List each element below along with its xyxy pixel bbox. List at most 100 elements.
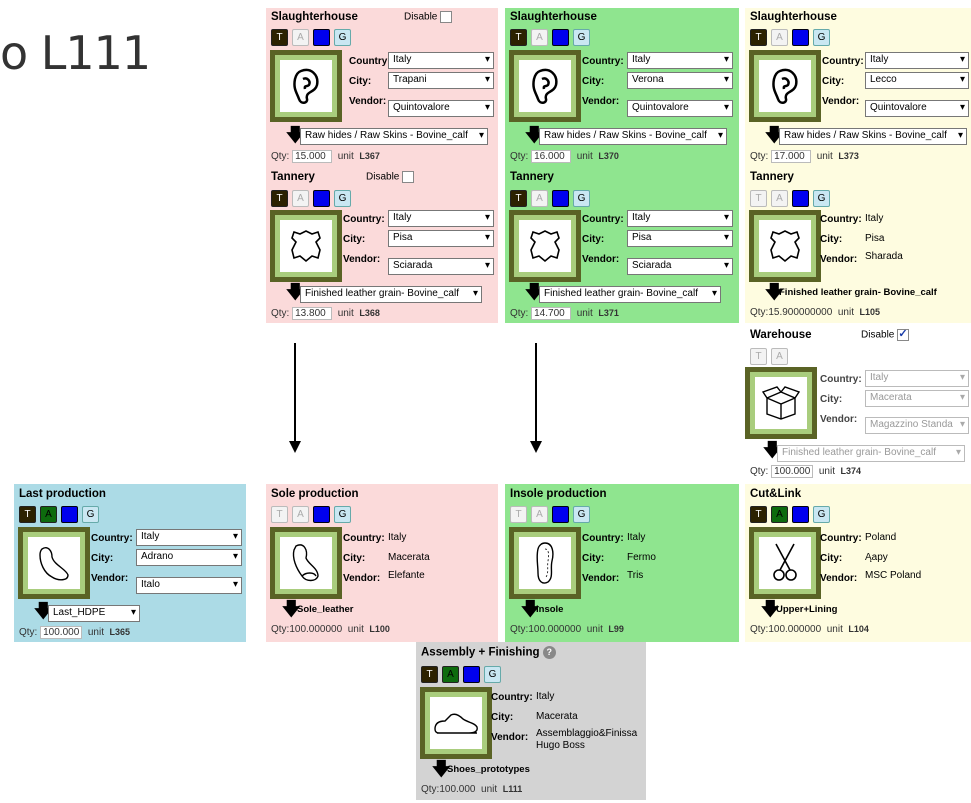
g-button[interactable]: G: [813, 190, 830, 207]
t-button[interactable]: T: [750, 29, 767, 46]
lot-number: L105: [859, 307, 881, 317]
a-button[interactable]: A: [531, 190, 548, 207]
b-button[interactable]: [552, 29, 569, 46]
country-select[interactable]: Italy: [136, 529, 242, 546]
vendor-select[interactable]: Sciarada: [627, 258, 733, 275]
product-select[interactable]: Last_HDPE: [48, 605, 140, 622]
a-button[interactable]: A: [40, 506, 57, 523]
city-select[interactable]: Trapani: [388, 72, 494, 89]
t-button[interactable]: T: [510, 190, 527, 207]
qty-row: Qty:100.000000 unit L99: [510, 624, 624, 635]
country-select[interactable]: Italy: [627, 52, 733, 69]
city-select[interactable]: Verona: [627, 72, 733, 89]
t-button[interactable]: T: [510, 506, 527, 523]
ear-icon: [293, 68, 319, 104]
qty-input[interactable]: 17.000: [771, 150, 812, 163]
g-button[interactable]: G: [334, 506, 351, 523]
disable-toggle[interactable]: Disable: [404, 11, 453, 23]
product-select[interactable]: Raw hides / Raw Skins - Bovine_calf: [300, 128, 488, 145]
b-button[interactable]: [313, 29, 330, 46]
vendor-select[interactable]: Quintovalore: [388, 100, 494, 117]
city-select[interactable]: Macerata: [865, 390, 969, 407]
qty-input[interactable]: 13.800: [292, 307, 333, 320]
b-button[interactable]: [552, 506, 569, 523]
disable-checkbox[interactable]: [897, 327, 910, 341]
g-button[interactable]: G: [813, 29, 830, 46]
t-button[interactable]: T: [271, 190, 288, 207]
b-button[interactable]: [552, 190, 569, 207]
disable-toggle[interactable]: Disable: [861, 327, 910, 341]
b-button[interactable]: [313, 190, 330, 207]
product-select[interactable]: Finished leather grain- Bovine_calf: [539, 286, 721, 303]
disable-toggle[interactable]: Disable: [366, 171, 415, 183]
a-button[interactable]: A: [292, 506, 309, 523]
country-label: Country:: [91, 533, 133, 544]
g-button[interactable]: G: [82, 506, 99, 523]
g-button[interactable]: G: [573, 506, 590, 523]
disable-checkbox[interactable]: [402, 171, 415, 183]
qty-input[interactable]: 100.000: [771, 465, 814, 478]
vendor-label: Vendor:: [491, 732, 529, 743]
a-button[interactable]: A: [771, 506, 788, 523]
a-button[interactable]: A: [292, 29, 309, 46]
vendor-select[interactable]: Quintovalore: [865, 100, 969, 117]
a-button[interactable]: A: [531, 29, 548, 46]
country-value: Italy: [865, 213, 884, 224]
vendor-select[interactable]: Sciarada: [388, 258, 494, 275]
g-button[interactable]: G: [573, 29, 590, 46]
t-button[interactable]: T: [750, 506, 767, 523]
vendor-select[interactable]: Quintovalore: [627, 100, 733, 117]
g-button[interactable]: G: [334, 29, 351, 46]
product-select[interactable]: Finished leather grain- Bovine_calf: [300, 286, 482, 303]
qty-input[interactable]: 100.000: [40, 626, 83, 639]
city-select[interactable]: Pisa: [627, 230, 733, 247]
t-button[interactable]: T: [750, 348, 767, 365]
qty-input[interactable]: 15.000: [292, 150, 333, 163]
product-select[interactable]: Finished leather grain- Bovine_calf: [777, 445, 965, 462]
g-button[interactable]: G: [484, 666, 501, 683]
vendor-select[interactable]: Italo: [136, 577, 242, 594]
country-label: Country:: [820, 374, 862, 385]
t-button[interactable]: T: [421, 666, 438, 683]
a-button[interactable]: A: [292, 190, 309, 207]
unit-label: unit: [586, 624, 603, 635]
city-label: City:: [582, 234, 605, 245]
t-button[interactable]: T: [19, 506, 36, 523]
country-select[interactable]: Italy: [388, 210, 494, 227]
qty-input[interactable]: 14.700: [531, 307, 572, 320]
b-button[interactable]: [792, 29, 809, 46]
card-title: Tannery: [510, 171, 554, 183]
t-button[interactable]: T: [750, 190, 767, 207]
disable-checkbox[interactable]: [440, 11, 453, 23]
country-select[interactable]: Italy: [865, 370, 969, 387]
product-select[interactable]: Raw hides / Raw Skins - Bovine_calf: [779, 128, 967, 145]
a-button[interactable]: A: [771, 348, 788, 365]
t-button[interactable]: T: [271, 29, 288, 46]
city-select[interactable]: Adrano: [136, 549, 242, 566]
t-button[interactable]: T: [510, 29, 527, 46]
country-select[interactable]: Italy: [627, 210, 733, 227]
t-button[interactable]: T: [271, 506, 288, 523]
b-button[interactable]: [792, 190, 809, 207]
country-select[interactable]: Italy: [388, 52, 494, 69]
insole-production-card: Insole production T A G Country: Italy C…: [505, 484, 739, 642]
g-button[interactable]: G: [813, 506, 830, 523]
a-button[interactable]: A: [771, 29, 788, 46]
qty-input[interactable]: 16.000: [531, 150, 572, 163]
product-select[interactable]: Raw hides / Raw Skins - Bovine_calf: [539, 128, 727, 145]
product-image: [420, 687, 492, 759]
country-select[interactable]: Italy: [865, 52, 969, 69]
b-button[interactable]: [463, 666, 480, 683]
g-button[interactable]: G: [573, 190, 590, 207]
g-button[interactable]: G: [334, 190, 351, 207]
a-button[interactable]: A: [771, 190, 788, 207]
city-select[interactable]: Lecco: [865, 72, 969, 89]
a-button[interactable]: A: [531, 506, 548, 523]
help-icon[interactable]: ?: [542, 646, 556, 659]
a-button[interactable]: A: [442, 666, 459, 683]
vendor-select[interactable]: Magazzino Standa: [865, 417, 969, 434]
b-button[interactable]: [792, 506, 809, 523]
b-button[interactable]: [313, 506, 330, 523]
b-button[interactable]: [61, 506, 78, 523]
city-select[interactable]: Pisa: [388, 230, 494, 247]
